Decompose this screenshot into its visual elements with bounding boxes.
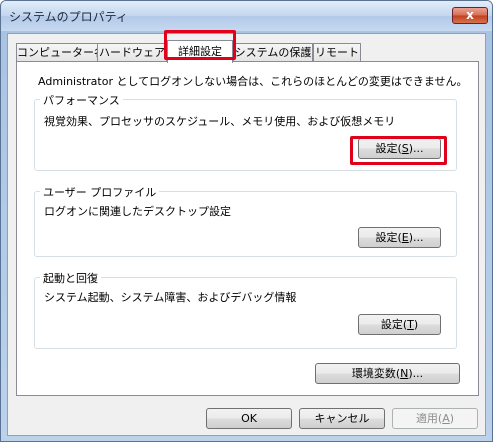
close-button[interactable]: x	[452, 7, 488, 24]
performance-settings-button[interactable]: 設定(S)...	[358, 138, 441, 159]
tab-advanced[interactable]: 詳細設定	[167, 40, 233, 63]
advanced-tab-panel: Administrator としてログオンしない場合は、これらのほとんどの変更は…	[16, 61, 479, 396]
user-profile-settings-button[interactable]: 設定(E)...	[358, 227, 441, 248]
user-profile-description: ログオンに関連したデスクトップ設定	[44, 205, 231, 218]
system-properties-window: システムのプロパティ x コンピューター名 ハードウェア 詳細設定 システムの保…	[0, 0, 493, 442]
user-profile-group: ユーザー プロファイル ログオンに関連したデスクトップ設定 設定(E)...	[34, 184, 457, 257]
startup-recovery-group-title: 起動と回復	[40, 270, 101, 286]
dialog-client-area: コンピューター名 ハードウェア 詳細設定 システムの保護 リモート Admini…	[7, 33, 486, 436]
environment-variables-button[interactable]: 環境変数(N)...	[315, 363, 460, 384]
close-icon: x	[466, 8, 474, 22]
cancel-button[interactable]: キャンセル	[299, 408, 385, 429]
startup-recovery-settings-button[interactable]: 設定(T)	[358, 314, 441, 335]
apply-button[interactable]: 適用(A)	[392, 408, 478, 429]
tab-remote[interactable]: リモート	[313, 43, 361, 62]
ok-button[interactable]: OK	[206, 408, 292, 429]
administrator-note: Administrator としてログオンしない場合は、これらのほとんどの変更は…	[38, 75, 468, 88]
startup-recovery-description: システム起動、システム障害、およびデバッグ情報	[44, 291, 297, 304]
performance-group-title: パフォーマンス	[40, 92, 123, 108]
performance-group: パフォーマンス 視覚効果、プロセッサのスケジュール、メモリ使用、および仮想メモリ…	[34, 92, 457, 171]
tab-system-protection[interactable]: システムの保護	[233, 43, 313, 62]
window-title: システムのプロパティ	[9, 10, 128, 24]
tab-hardware[interactable]: ハードウェア	[97, 43, 167, 62]
title-bar[interactable]: システムのプロパティ x	[1, 1, 492, 31]
performance-description: 視覚効果、プロセッサのスケジュール、メモリ使用、および仮想メモリ	[44, 115, 396, 128]
tab-strip: コンピューター名 ハードウェア 詳細設定 システムの保護 リモート	[16, 40, 476, 63]
tab-computer-name[interactable]: コンピューター名	[16, 43, 98, 62]
user-profile-group-title: ユーザー プロファイル	[40, 184, 160, 200]
startup-recovery-group: 起動と回復 システム起動、システム障害、およびデバッグ情報 設定(T)	[34, 270, 457, 349]
